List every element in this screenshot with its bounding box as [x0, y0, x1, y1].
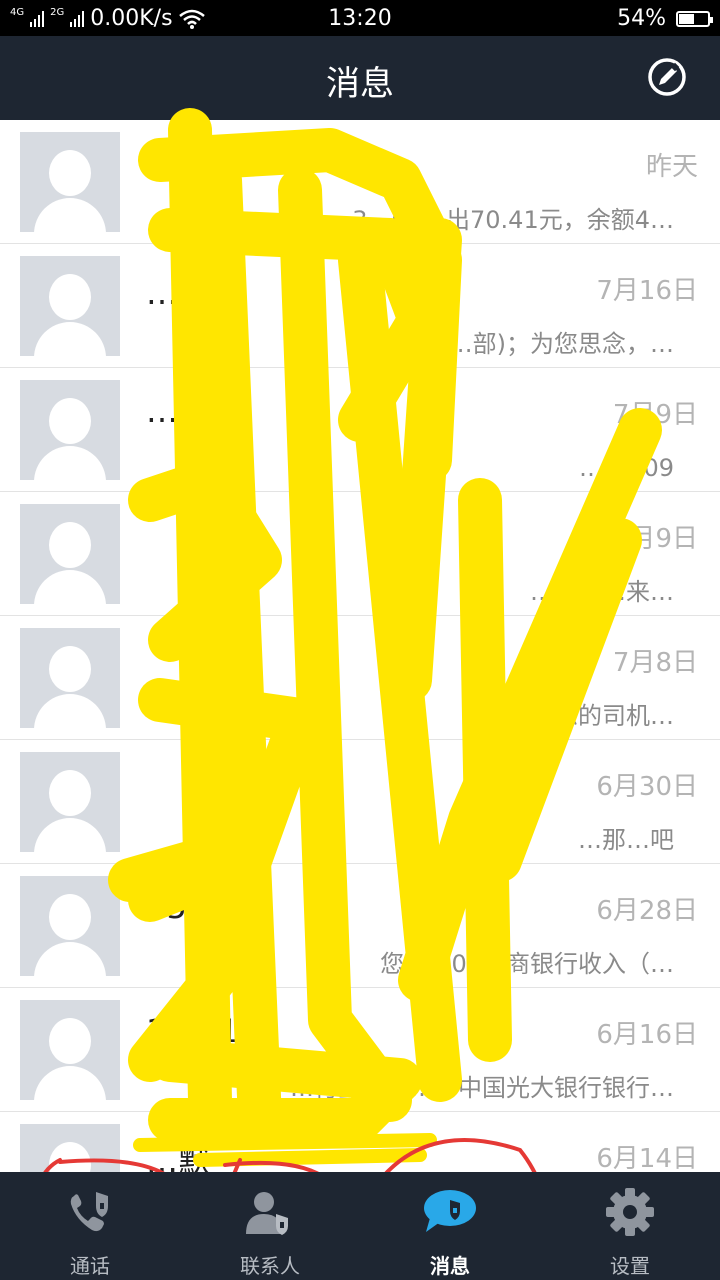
phone-shield-icon — [70, 1192, 108, 1232]
status-bar: 4G 2G 0.00K/s 13:20 54% — [0, 0, 720, 36]
compose-icon[interactable] — [646, 56, 688, 98]
nav-calls-label: 通话 — [70, 1254, 110, 1278]
message-list: 9 …3…04…出70.41元，余额4… 昨天 …汇 …部)；为您思念，… 7月16日 …)… — [0, 120, 720, 1172]
nav-calls[interactable]: 通话 — [0, 1172, 180, 1280]
message-row[interactable]: …汇 …部)；为您思念，… 7月16日 — [0, 244, 720, 368]
message-preview: …小布…来… — [530, 578, 674, 606]
message-date: 7月9日 — [612, 400, 698, 430]
nav-messages-label: 消息 — [430, 1254, 470, 1278]
avatar — [20, 1000, 120, 1100]
message-preview: …您的司机… — [530, 702, 674, 730]
message-preview: …，A09 — [579, 454, 674, 482]
message-preview: …部)；为您思念，… — [448, 330, 674, 358]
contact-name: 95 — [146, 888, 187, 926]
nav-settings-label: 设置 — [610, 1254, 650, 1278]
battery-percent: 54% — [617, 6, 666, 31]
avatar — [20, 256, 120, 356]
message-row[interactable]: …) …，A09 7月9日 — [0, 368, 720, 492]
app-header: 消息 — [0, 36, 720, 120]
message-preview: …付宝…退…：中国光大银行银行… — [290, 1074, 674, 1102]
nav-settings[interactable]: 设置 — [540, 1172, 720, 1280]
avatar — [20, 504, 120, 604]
message-row[interactable]: …默 6月14日 — [0, 1112, 720, 1172]
message-bubble-shield-icon — [424, 1190, 476, 1232]
message-row[interactable]: …那…吧 6月30日 — [0, 740, 720, 864]
message-date: 7月8日 — [612, 648, 698, 678]
message-row[interactable]: …小布…来… 7月9日 — [0, 492, 720, 616]
message-date: 7月9日 — [612, 524, 698, 554]
message-preview: 您…6:04…商银行收入（… — [380, 950, 674, 978]
message-preview: …那…吧 — [578, 826, 674, 854]
avatar — [20, 628, 120, 728]
message-date: 6月28日 — [596, 896, 698, 926]
message-row[interactable]: …您的司机… 7月8日 — [0, 616, 720, 740]
bottom-nav: 通话 联系人 消息 设置 — [0, 1172, 720, 1280]
message-preview: …3…04…出70.41元，余额4… — [328, 206, 674, 234]
message-row[interactable]: 9 …3…04…出70.41元，余额4… 昨天 — [0, 120, 720, 244]
status-right: 54% — [617, 6, 713, 31]
message-date: 昨天 — [645, 152, 698, 182]
page-title: 消息 — [326, 64, 394, 104]
contact-name: 1…5103 — [146, 1012, 280, 1050]
message-date: 6月14日 — [596, 1144, 698, 1172]
message-date: 7月16日 — [596, 276, 698, 306]
clock: 13:20 — [328, 6, 392, 31]
nav-messages[interactable]: 消息 — [360, 1172, 540, 1280]
contact-name: 9 — [146, 144, 167, 182]
message-row[interactable]: 1…5103 …付宝…退…：中国光大银行银行… 6月16日 — [0, 988, 720, 1112]
nav-contacts[interactable]: 联系人 — [180, 1172, 360, 1280]
avatar — [20, 752, 120, 852]
message-date: 6月16日 — [596, 1020, 698, 1050]
avatar — [20, 876, 120, 976]
contact-name: …汇 — [146, 274, 211, 312]
message-date: 6月30日 — [596, 772, 698, 802]
avatar — [20, 380, 120, 480]
contact-shield-icon — [246, 1192, 288, 1235]
avatar — [20, 1124, 120, 1172]
contact-name: …默 — [146, 1142, 211, 1172]
gear-icon — [606, 1188, 654, 1236]
message-row[interactable]: 95 您…6:04…商银行收入（… 6月28日 — [0, 864, 720, 988]
nav-contacts-label: 联系人 — [240, 1254, 300, 1278]
battery-fill — [679, 13, 695, 24]
contact-name: …) — [146, 392, 191, 430]
battery-icon — [676, 10, 713, 27]
avatar — [20, 132, 120, 232]
